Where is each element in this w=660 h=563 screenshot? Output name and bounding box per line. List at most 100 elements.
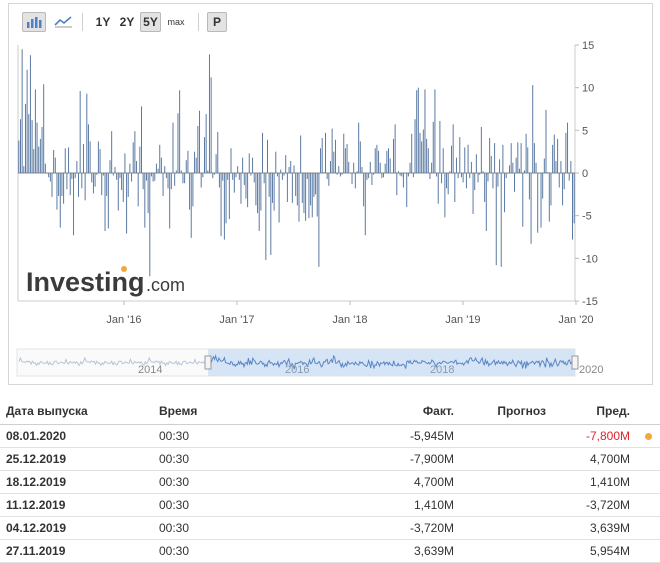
chart-bar[interactable] xyxy=(550,173,552,206)
chart-bar[interactable] xyxy=(170,173,172,190)
chart-bar[interactable] xyxy=(257,173,259,214)
chart-bar[interactable] xyxy=(48,173,50,178)
chart-bar[interactable] xyxy=(318,173,320,267)
chart-bar[interactable] xyxy=(51,173,53,197)
chart-bar[interactable] xyxy=(290,161,292,173)
chart-bar[interactable] xyxy=(220,173,222,237)
chart-bar[interactable] xyxy=(285,155,287,173)
chart-bar[interactable] xyxy=(136,161,138,173)
chart-bar[interactable] xyxy=(573,173,575,224)
chart-bar[interactable] xyxy=(505,173,507,179)
chart-bar[interactable] xyxy=(149,173,151,277)
chart-bar[interactable] xyxy=(291,173,293,203)
chart-bar[interactable] xyxy=(460,173,462,178)
chart-bar[interactable] xyxy=(295,173,297,197)
chart-bar[interactable] xyxy=(18,140,20,173)
chart-bar[interactable] xyxy=(202,173,204,178)
chart-bar[interactable] xyxy=(331,128,333,173)
chart-bar[interactable] xyxy=(19,119,21,173)
chart-bar[interactable] xyxy=(235,173,237,178)
chart-bar[interactable] xyxy=(242,157,244,173)
chart-bar[interactable] xyxy=(303,173,305,214)
chart-bar[interactable] xyxy=(469,173,471,179)
chart-bar[interactable] xyxy=(562,173,564,206)
chart-bar[interactable] xyxy=(225,173,227,224)
chart-bar[interactable] xyxy=(114,167,116,173)
chart-bar[interactable] xyxy=(467,144,469,173)
chart-bar[interactable] xyxy=(41,126,43,173)
chart-bar[interactable] xyxy=(351,173,353,185)
chart-bar[interactable] xyxy=(391,173,393,174)
chart-bar[interactable] xyxy=(381,173,383,179)
chart-bar[interactable] xyxy=(444,173,446,218)
chart-bar[interactable] xyxy=(520,143,522,173)
chart-bar[interactable] xyxy=(326,173,328,179)
chart-bar[interactable] xyxy=(46,173,48,174)
chart-bar[interactable] xyxy=(263,173,265,184)
chart-bar[interactable] xyxy=(200,173,202,188)
chart-bar[interactable] xyxy=(28,114,30,173)
chart-bar[interactable] xyxy=(137,173,139,207)
chart-bar[interactable] xyxy=(406,173,408,208)
chart-bar[interactable] xyxy=(555,161,557,173)
chart-bar[interactable] xyxy=(59,173,61,228)
header-time[interactable]: Время xyxy=(159,398,197,424)
chart-bar[interactable] xyxy=(407,173,409,177)
chart-bar[interactable] xyxy=(349,173,351,174)
chart-bar[interactable] xyxy=(404,173,406,174)
chart-bar[interactable] xyxy=(275,151,277,173)
chart-bar[interactable] xyxy=(154,173,156,181)
chart-bar[interactable] xyxy=(532,85,534,173)
chart-bar[interactable] xyxy=(31,120,33,173)
chart-bar[interactable] xyxy=(117,173,119,211)
chart-bar[interactable] xyxy=(436,173,438,177)
chart-bar[interactable] xyxy=(459,137,461,173)
chart-bar[interactable] xyxy=(182,173,184,184)
chart-bar[interactable] xyxy=(366,173,368,180)
chart-bar[interactable] xyxy=(323,172,325,173)
chart-bar[interactable] xyxy=(121,173,123,191)
chart-bar[interactable] xyxy=(474,173,476,191)
chart-bar[interactable] xyxy=(392,138,394,173)
chart-bar[interactable] xyxy=(230,148,232,173)
chart-bar[interactable] xyxy=(512,162,514,173)
chart-bar[interactable] xyxy=(190,173,192,238)
navigator-left-handle[interactable] xyxy=(204,355,212,370)
chart-bar[interactable] xyxy=(167,173,169,189)
chart-bar[interactable] xyxy=(124,153,126,173)
chart-bar[interactable] xyxy=(465,173,467,189)
chart-bar[interactable] xyxy=(402,173,404,188)
chart-bar[interactable] xyxy=(509,165,511,173)
chart-bar[interactable] xyxy=(102,173,104,176)
chart-bar[interactable] xyxy=(374,148,376,173)
chart-bar[interactable] xyxy=(475,154,477,173)
chart-bar[interactable] xyxy=(87,124,89,173)
chart-bar[interactable] xyxy=(99,149,101,173)
chart-bar[interactable] xyxy=(223,173,225,240)
chart-bar[interactable] xyxy=(29,55,31,173)
chart-bar[interactable] xyxy=(497,173,499,187)
chart-bar[interactable] xyxy=(271,173,273,203)
chart-bar[interactable] xyxy=(359,141,361,173)
chart-bar[interactable] xyxy=(504,173,506,213)
chart-bar[interactable] xyxy=(217,132,219,173)
header-date[interactable]: Дата выпуска xyxy=(6,398,88,424)
chart-bar[interactable] xyxy=(252,157,254,173)
chart-bar[interactable] xyxy=(129,163,131,173)
chart-bar[interactable] xyxy=(388,148,389,173)
chart-bar[interactable] xyxy=(502,144,504,173)
chart-bar[interactable] xyxy=(84,173,86,201)
chart-bar[interactable] xyxy=(346,143,348,173)
chart-bar[interactable] xyxy=(150,173,152,177)
chart-bar[interactable] xyxy=(363,173,365,207)
chart-bar[interactable] xyxy=(386,150,388,173)
chart-bar[interactable] xyxy=(490,155,492,173)
chart-bar[interactable] xyxy=(371,173,373,185)
chart-bar[interactable] xyxy=(494,143,496,173)
chart-bar[interactable] xyxy=(401,173,403,177)
chart-bar[interactable] xyxy=(454,173,456,203)
chart-bar[interactable] xyxy=(207,170,209,173)
chart-bar[interactable] xyxy=(281,173,283,180)
chart-bar[interactable] xyxy=(144,173,146,228)
chart-bar[interactable] xyxy=(451,145,452,173)
